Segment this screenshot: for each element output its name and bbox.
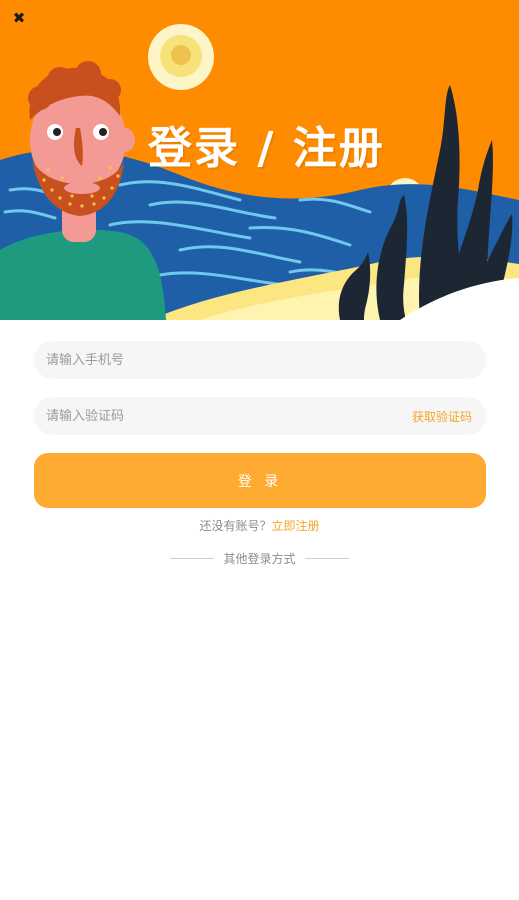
close-icon[interactable]: ✖ <box>10 9 28 27</box>
page-title: 登录 / 注册 <box>148 123 385 174</box>
code-field: 获取验证码 <box>34 397 486 435</box>
register-link[interactable]: 立即注册 <box>272 519 320 533</box>
hero-banner: ✖ 登录 / 注册 <box>0 0 519 320</box>
divider-left <box>170 557 215 559</box>
divider-right <box>304 557 349 559</box>
code-input[interactable] <box>44 407 412 425</box>
phone-field <box>34 341 486 379</box>
other-login-label: 其他登录方式 <box>223 551 296 566</box>
register-prompt-text: 还没有账号？ <box>199 519 272 533</box>
phone-input[interactable] <box>44 351 472 369</box>
register-prompt-line: 还没有账号？立即注册 <box>0 517 519 534</box>
other-login-divider: 其他登录方式 <box>0 550 519 566</box>
get-code-button[interactable]: 获取验证码 <box>412 408 472 425</box>
login-button[interactable]: 登 录 <box>34 453 486 508</box>
